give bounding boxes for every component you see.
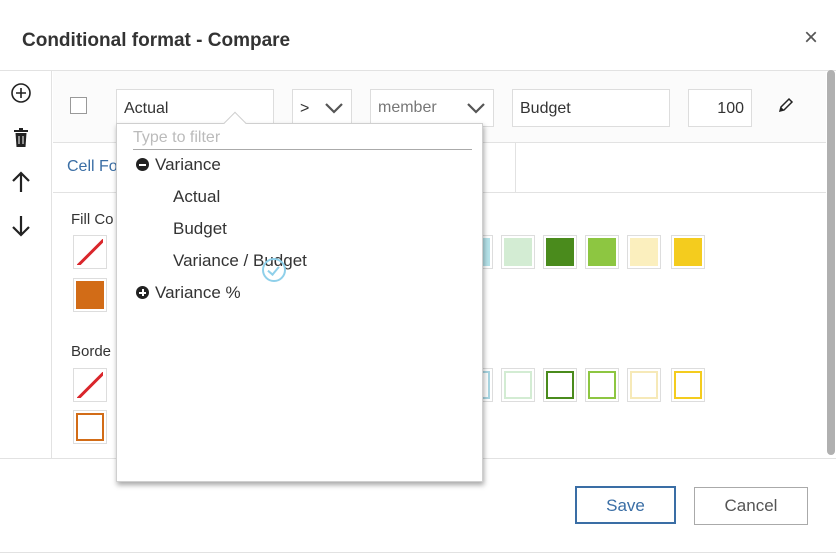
divider bbox=[0, 552, 836, 553]
fill-color-swatch[interactable] bbox=[627, 235, 661, 269]
fill-color-swatch[interactable] bbox=[543, 235, 577, 269]
dialog-title: Conditional format - Compare bbox=[22, 30, 291, 51]
border-color-swatch[interactable] bbox=[73, 410, 107, 444]
trash-icon[interactable] bbox=[8, 125, 34, 151]
move-up-icon[interactable] bbox=[8, 169, 34, 195]
percent-input-value: 100 bbox=[717, 100, 744, 117]
border-no-color-swatch[interactable] bbox=[73, 368, 107, 402]
pencil-icon[interactable] bbox=[777, 96, 795, 114]
measure-select[interactable]: Actual bbox=[116, 89, 274, 127]
chevron-down-icon bbox=[467, 103, 485, 114]
dropdown-item-budget[interactable]: Budget bbox=[173, 219, 227, 239]
fill-color-swatch[interactable] bbox=[73, 278, 107, 312]
move-down-icon[interactable] bbox=[8, 213, 34, 239]
fill-color-swatch[interactable] bbox=[585, 235, 619, 269]
border-color-swatch[interactable] bbox=[501, 368, 535, 402]
operator-select-value: > bbox=[300, 100, 310, 117]
dropdown-item-actual[interactable]: Actual bbox=[173, 187, 220, 207]
fill-color-swatch[interactable] bbox=[671, 235, 705, 269]
operator-select[interactable]: > bbox=[292, 89, 352, 127]
cancel-button[interactable]: Cancel bbox=[694, 487, 808, 525]
expand-icon[interactable] bbox=[136, 286, 149, 299]
dropdown-item-variance[interactable]: Variance bbox=[155, 155, 221, 175]
collapse-icon[interactable] bbox=[136, 158, 149, 171]
border-color-swatch[interactable] bbox=[671, 368, 705, 402]
close-icon[interactable]: × bbox=[800, 26, 822, 50]
compare-member-select[interactable]: Budget bbox=[512, 89, 670, 127]
measure-dropdown: Variance Actual Budget Variance / Budget… bbox=[116, 111, 483, 482]
compare-type-select[interactable]: member bbox=[370, 89, 494, 127]
percent-input[interactable]: 100 bbox=[688, 89, 752, 127]
tab-divider bbox=[515, 143, 516, 193]
rule-toolbar bbox=[0, 71, 52, 459]
dropdown-item-variance-pct[interactable]: Variance % bbox=[155, 283, 241, 303]
fill-no-color-swatch[interactable] bbox=[73, 235, 107, 269]
dropdown-item-variance-budget[interactable]: Variance / Budget bbox=[173, 251, 307, 271]
border-color-label: Borde bbox=[71, 343, 112, 360]
compare-type-value: member bbox=[378, 99, 437, 116]
scrollbar-thumb[interactable] bbox=[827, 70, 835, 455]
tab-cell-format[interactable]: Cell Fo bbox=[67, 158, 118, 176]
scrollbar[interactable] bbox=[826, 70, 836, 460]
border-color-swatch[interactable] bbox=[585, 368, 619, 402]
border-color-swatch[interactable] bbox=[627, 368, 661, 402]
fill-color-swatch[interactable] bbox=[501, 235, 535, 269]
chevron-down-icon bbox=[325, 103, 343, 114]
save-button[interactable]: Save bbox=[575, 486, 676, 524]
cursor-icon bbox=[262, 258, 286, 282]
add-rule-icon[interactable] bbox=[8, 80, 34, 106]
compare-member-value: Budget bbox=[520, 100, 571, 117]
measure-select-value: Actual bbox=[124, 100, 169, 117]
rule-checkbox[interactable] bbox=[70, 97, 87, 114]
border-color-swatch[interactable] bbox=[543, 368, 577, 402]
fill-color-label: Fill Co bbox=[71, 211, 114, 228]
filter-input[interactable] bbox=[133, 126, 472, 150]
